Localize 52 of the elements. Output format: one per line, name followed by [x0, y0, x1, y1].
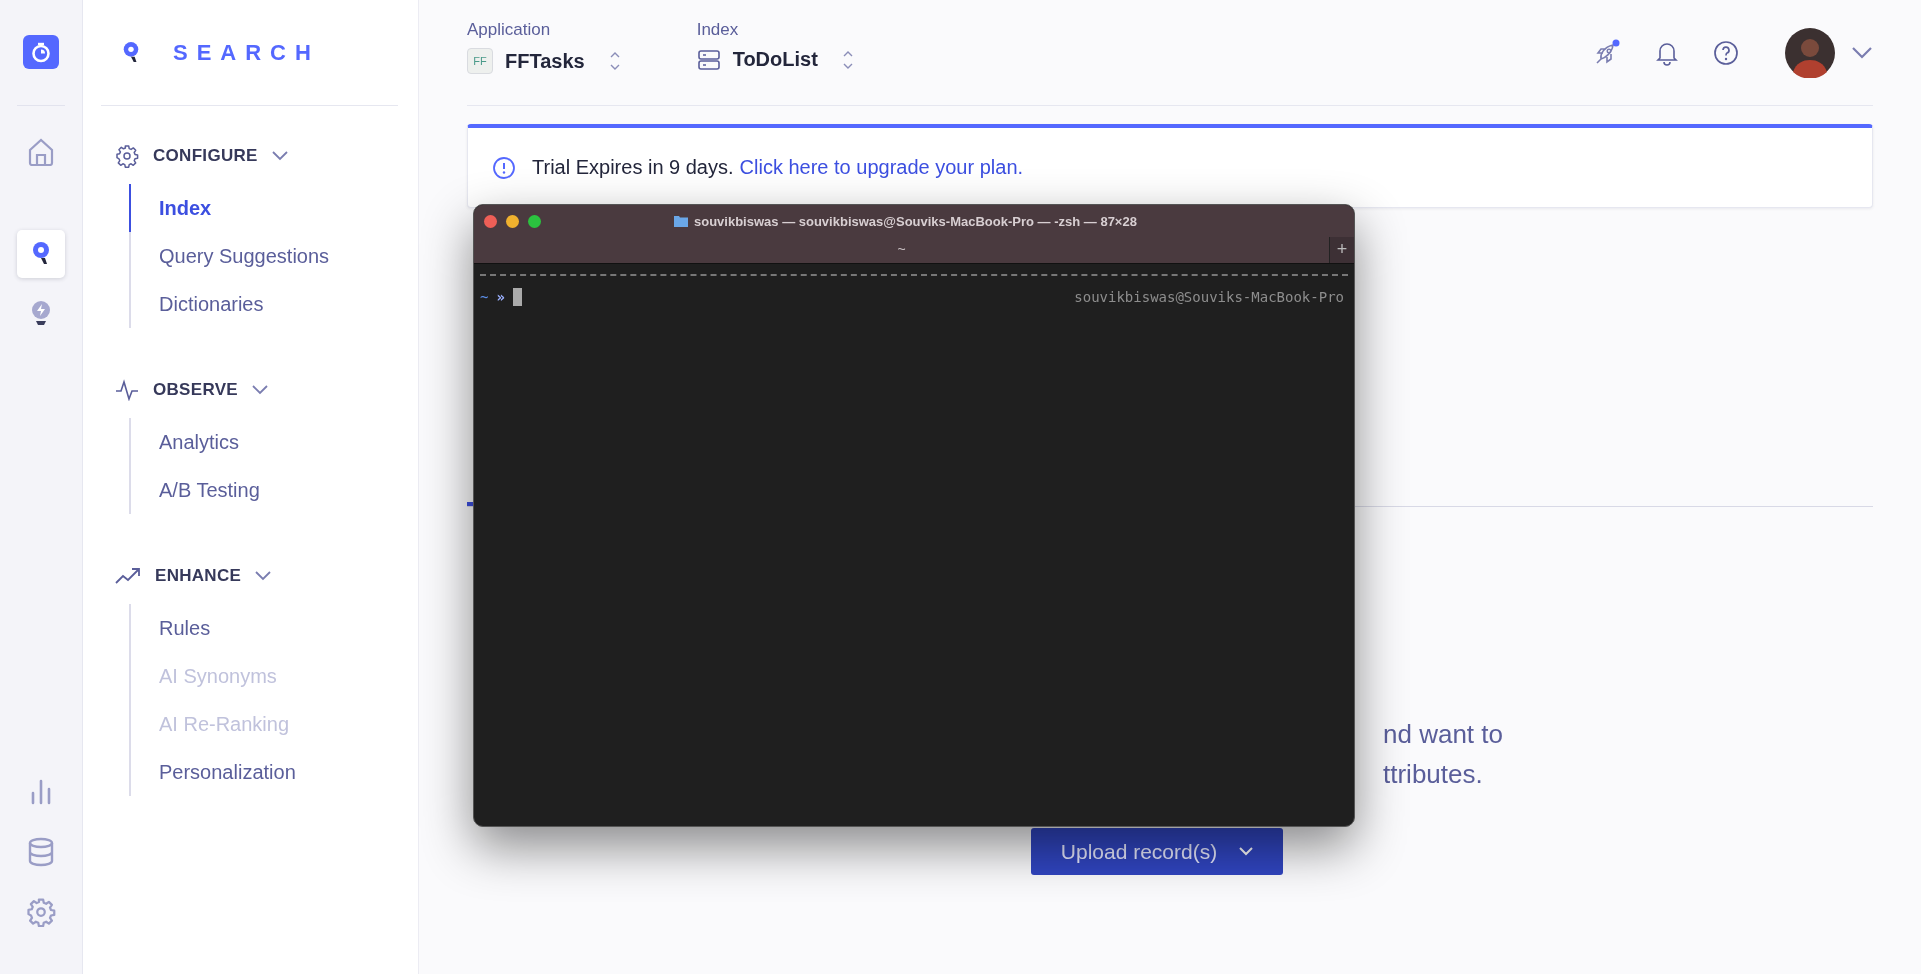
close-button[interactable] [484, 214, 497, 228]
nav-item[interactable]: Dictionaries [129, 280, 398, 328]
empty-state-text: nd want to [1383, 718, 1504, 751]
section-header[interactable]: CONFIGURE [101, 136, 398, 176]
info-icon [492, 155, 516, 180]
prompt-directory: ~ [480, 289, 489, 305]
pulse-icon [115, 379, 139, 401]
prompt-symbol: » [496, 289, 505, 305]
upgrade-link[interactable]: Click here to upgrade your plan. [739, 156, 1024, 179]
terminal-tab[interactable]: ~ [474, 237, 1329, 263]
bar-chart-icon [29, 779, 53, 805]
server-icon [696, 48, 721, 71]
section-header[interactable]: OBSERVE [101, 370, 398, 410]
nav-item[interactable]: A/B Testing [129, 466, 398, 514]
nav-item[interactable]: Query Suggestions [129, 232, 398, 280]
right-prompt: souvikbiswas@Souviks-MacBook-Pro [1074, 289, 1345, 305]
help-icon[interactable] [1713, 39, 1739, 66]
selector-label: Index [696, 20, 740, 40]
application-selector[interactable]: FF FFTasks [467, 48, 621, 74]
folder-icon [674, 215, 688, 227]
nav-item[interactable]: Rules [129, 604, 398, 652]
bulb-icon [30, 300, 52, 328]
chevron-icon [1239, 847, 1254, 856]
home-icon [28, 138, 54, 166]
nav-item[interactable]: Personalization [129, 748, 398, 796]
settings-icon [26, 897, 56, 927]
minimize-button[interactable] [506, 214, 519, 228]
chevron-icon [251, 385, 268, 395]
nav-item[interactable]: Index [129, 184, 398, 232]
nav-item[interactable]: Analytics [129, 418, 398, 466]
chevron-icon [255, 571, 272, 581]
sort-icon [608, 50, 621, 72]
index-selector[interactable]: ToDoList [696, 48, 854, 71]
brand-name: SEARCH [173, 39, 320, 66]
new-tab-button[interactable]: + [1329, 237, 1354, 263]
app-logo[interactable] [23, 35, 59, 69]
trend-icon [115, 567, 141, 585]
terminal-title: souvikbiswas — souvikbiswas@Souviks-MacBook-Pro — -zsh — 87×28 [694, 213, 1137, 229]
chevron-icon [271, 151, 288, 161]
upload-button[interactable]: Upload record(s) [1031, 828, 1283, 875]
text-cursor [512, 288, 522, 306]
empty-state-text: ttributes. [1383, 758, 1484, 791]
search-rail-button[interactable] [17, 230, 65, 278]
section-header[interactable]: ENHANCE [101, 556, 398, 596]
settings-icon [115, 144, 139, 168]
avatar[interactable] [1785, 27, 1835, 78]
chevron-icon[interactable] [1851, 45, 1873, 60]
selector-label: Application [467, 20, 552, 40]
trial-text: Trial Expires in 9 days. [532, 156, 734, 179]
database-icon [27, 837, 55, 867]
app-badge: FF [467, 48, 493, 74]
zoom-button[interactable] [528, 214, 541, 228]
